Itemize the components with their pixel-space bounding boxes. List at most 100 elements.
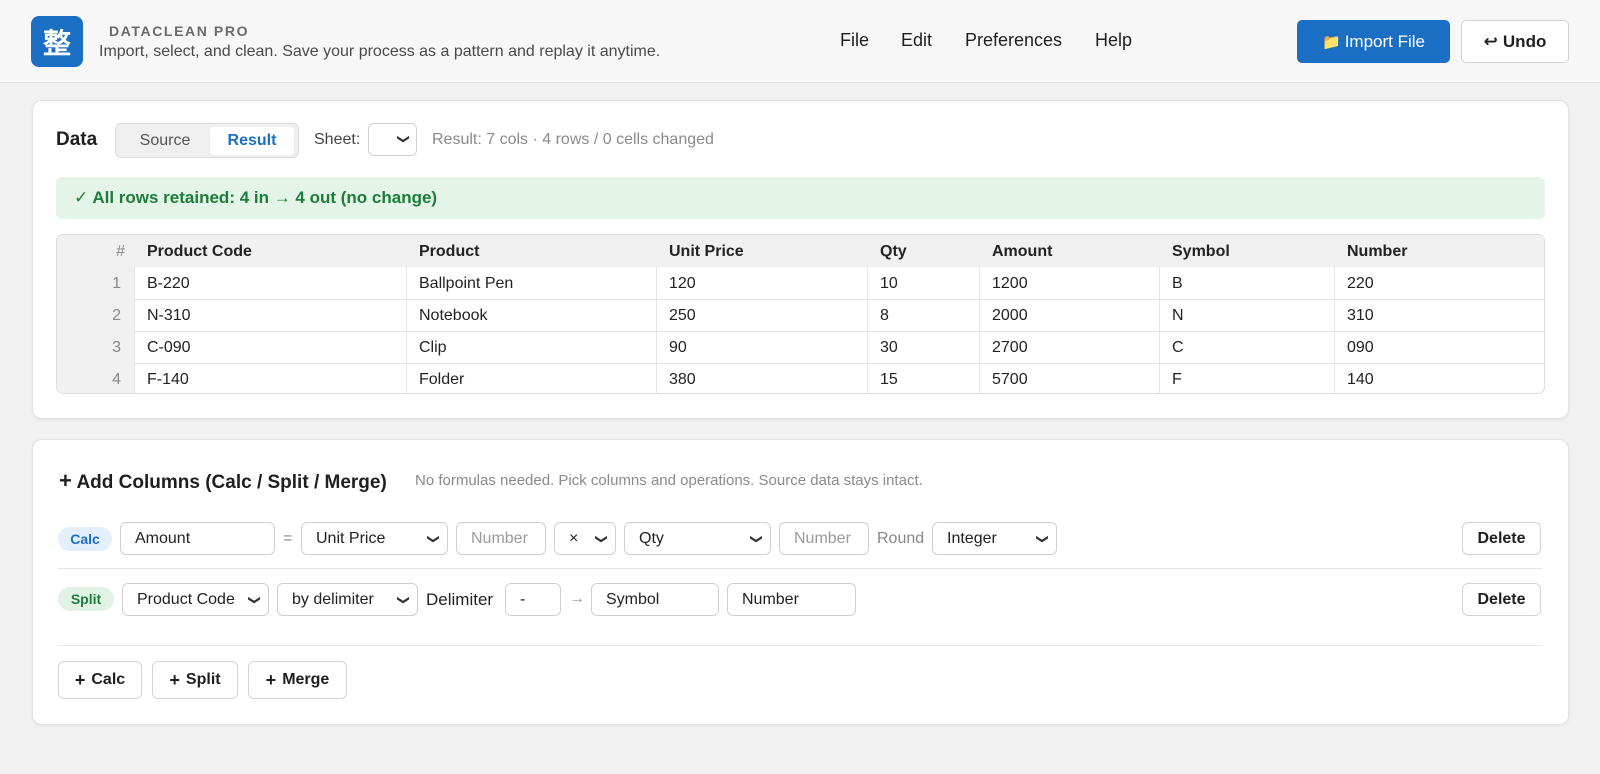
cell-qty[interactable]: 10	[880, 275, 898, 293]
top-bar: 整 DATACLEAN PRO Import, select, and clea…	[0, 0, 1600, 83]
tab-result[interactable]: Result	[210, 127, 294, 155]
add-calc-label: Calc	[91, 671, 126, 688]
cell-product-code[interactable]: B-220	[147, 275, 190, 293]
split-method-select[interactable]: by delimiter ❯	[277, 583, 418, 616]
sheet-label: Sheet:	[314, 131, 361, 148]
add-split-button[interactable]: + Split	[152, 661, 238, 699]
cell-symbol[interactable]: F	[1172, 371, 1182, 389]
calc-operator-select[interactable]: × ❯	[554, 522, 616, 555]
undo-label: Undo	[1502, 31, 1547, 51]
cell-symbol[interactable]: B	[1172, 275, 1183, 293]
calc-right-number-input[interactable]: Number	[779, 522, 869, 555]
column-header-number[interactable]: Number	[1347, 243, 1407, 261]
calc-output-name-input[interactable]: Amount	[120, 522, 275, 555]
calc-left-column-value: Unit Price	[316, 529, 386, 547]
delete-calc-button[interactable]: Delete	[1462, 522, 1541, 555]
calc-right-column-select[interactable]: Qty ❯	[624, 522, 771, 555]
split-tag: Split	[58, 587, 114, 611]
split-source-column-value: Product Code	[137, 590, 235, 608]
menu-file[interactable]: File	[840, 30, 869, 51]
cell-amount[interactable]: 2000	[992, 307, 1028, 325]
round-select[interactable]: Integer ❯	[932, 522, 1057, 555]
row-index: 1	[112, 275, 121, 292]
split-method-value: by delimiter	[292, 590, 374, 608]
menu-preferences[interactable]: Preferences	[965, 30, 1062, 51]
cell-product-code[interactable]: F-140	[147, 371, 189, 389]
column-header-unit-price[interactable]: Unit Price	[669, 243, 744, 261]
cell-number[interactable]: 140	[1347, 371, 1374, 389]
data-table: # Product Code Product Unit Price Qty Am…	[56, 234, 1545, 394]
chevron-down-icon: ❯	[426, 533, 441, 545]
data-panel-title: Data	[56, 129, 98, 150]
plus-icon: +	[59, 468, 72, 493]
calc-left-number-input[interactable]: Number	[456, 522, 546, 555]
round-label: Round	[877, 530, 925, 547]
column-header-symbol[interactable]: Symbol	[1172, 243, 1230, 261]
add-merge-button[interactable]: + Merge	[248, 661, 347, 699]
arrow-right-icon: →	[569, 590, 585, 607]
cell-qty[interactable]: 15	[880, 371, 898, 389]
cell-number[interactable]: 310	[1347, 307, 1374, 325]
brand-tagline: Import, select, and clean. Save your pro…	[99, 43, 661, 60]
cell-qty[interactable]: 30	[880, 339, 898, 357]
add-merge-label: Merge	[282, 671, 330, 688]
calc-right-number-placeholder: Number	[794, 529, 851, 547]
column-header-qty[interactable]: Qty	[880, 243, 907, 261]
data-panel: Data Source Result Sheet: ❯ Result: 7 co…	[32, 100, 1569, 419]
cell-product[interactable]: Clip	[419, 339, 447, 357]
cell-symbol[interactable]: C	[1172, 339, 1184, 357]
add-calc-button[interactable]: + Calc	[58, 661, 142, 699]
split-output-1-input[interactable]: Symbol	[591, 583, 719, 616]
split-source-column-select[interactable]: Product Code ❯	[122, 583, 269, 616]
column-header-product-code[interactable]: Product Code	[147, 243, 252, 261]
tab-source[interactable]: Source	[120, 127, 210, 155]
calc-operator-value: ×	[569, 529, 579, 547]
row-index: 2	[112, 307, 121, 324]
calc-right-column-value: Qty	[639, 529, 664, 547]
column-header-index: #	[116, 243, 125, 260]
column-header-product[interactable]: Product	[419, 243, 479, 261]
delete-split-button[interactable]: Delete	[1462, 583, 1541, 616]
column-header-amount[interactable]: Amount	[992, 243, 1052, 261]
add-columns-description: No formulas needed. Pick columns and ope…	[415, 472, 923, 489]
menu-help[interactable]: Help	[1095, 30, 1132, 51]
undo-button[interactable]: ↩ Undo	[1461, 20, 1569, 63]
cell-number[interactable]: 220	[1347, 275, 1374, 293]
row-index: 3	[112, 339, 121, 356]
delimiter-input[interactable]: -	[505, 583, 561, 616]
round-value: Integer	[947, 529, 997, 547]
plus-icon: +	[74, 669, 86, 690]
calc-left-number-placeholder: Number	[471, 529, 528, 547]
cell-unit-price[interactable]: 90	[669, 339, 687, 357]
cell-product-code[interactable]: C-090	[147, 339, 191, 357]
chevron-down-icon: ❯	[396, 594, 411, 606]
app-logo: 整	[31, 16, 83, 67]
view-toggle: Source Result	[115, 123, 299, 158]
row-index: 4	[112, 371, 121, 388]
equals-sign: =	[283, 530, 293, 547]
cell-amount[interactable]: 1200	[992, 275, 1028, 293]
cell-product[interactable]: Notebook	[419, 307, 488, 325]
cell-number[interactable]: 090	[1347, 339, 1374, 357]
sheet-select[interactable]: ❯	[368, 123, 417, 156]
menu-edit[interactable]: Edit	[901, 30, 932, 51]
import-file-label: Import File	[1344, 31, 1425, 51]
cell-product[interactable]: Folder	[419, 371, 464, 389]
status-banner: ✓ All rows retained: 4 in → 4 out (no ch…	[56, 177, 1545, 219]
calc-left-column-select[interactable]: Unit Price ❯	[301, 522, 448, 555]
cell-product[interactable]: Ballpoint Pen	[419, 275, 513, 293]
cell-product-code[interactable]: N-310	[147, 307, 191, 325]
add-columns-title-text: Add Columns (Calc / Split / Merge)	[76, 472, 387, 493]
cell-amount[interactable]: 2700	[992, 339, 1028, 357]
cell-symbol[interactable]: N	[1172, 307, 1184, 325]
chevron-down-icon: ❯	[594, 533, 609, 545]
cell-amount[interactable]: 5700	[992, 371, 1028, 389]
plus-icon: +	[265, 669, 277, 690]
cell-unit-price[interactable]: 250	[669, 307, 696, 325]
cell-qty[interactable]: 8	[880, 307, 889, 325]
cell-unit-price[interactable]: 120	[669, 275, 696, 293]
import-file-button[interactable]: 📁 Import File	[1297, 20, 1450, 63]
split-output-2-input[interactable]: Number	[727, 583, 856, 616]
chevron-down-icon: ❯	[247, 594, 262, 606]
cell-unit-price[interactable]: 380	[669, 371, 696, 389]
